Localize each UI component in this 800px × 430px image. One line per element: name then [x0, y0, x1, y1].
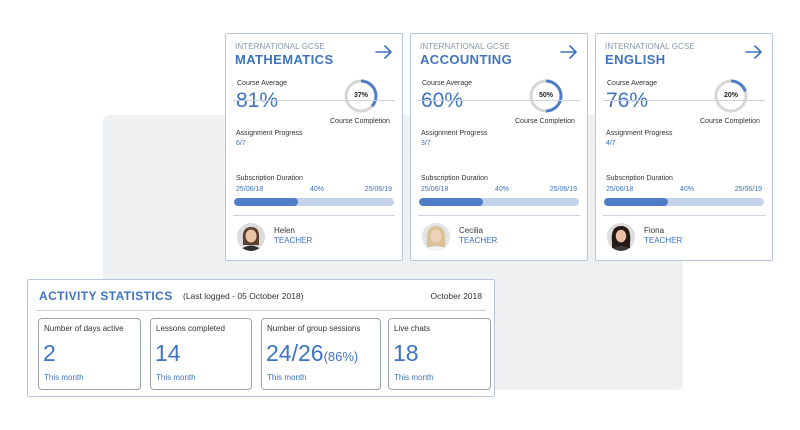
assignment-progress-value: 3/7: [421, 140, 431, 147]
stat-tile-live-chats: Live chats 18 This month: [388, 318, 491, 390]
card-header: INTERNATIONAL GCSE ACCOUNTING: [420, 42, 578, 70]
teacher-avatar[interactable]: [607, 223, 635, 251]
stat-label: Live chats: [394, 324, 431, 333]
divider: [36, 310, 486, 311]
stat-period: This month: [156, 373, 196, 382]
current-month: October 2018: [430, 291, 482, 301]
subscription-percent: 40%: [680, 186, 695, 193]
subscription-progress-bar: [419, 198, 579, 206]
arrow-right-icon[interactable]: [375, 45, 393, 59]
subscription-end-date: 25/06/19: [364, 186, 392, 193]
teacher-avatar[interactable]: [422, 223, 450, 251]
teacher-role: TEACHER: [459, 236, 498, 245]
divider: [233, 100, 395, 101]
assignment-progress-label: Assignment Progress: [236, 130, 303, 137]
subscription-start-date: 25/06/18: [606, 186, 634, 193]
assignment-progress-label: Assignment Progress: [606, 130, 673, 137]
activity-statistics-title: ACTIVITY STATISTICS: [39, 289, 173, 303]
subscription-start-date: 25/06/18: [421, 186, 449, 193]
subscription-end-date: 25/06/19: [734, 186, 762, 193]
teacher-role: TEACHER: [274, 236, 313, 245]
progress-fill: [604, 198, 668, 206]
stat-value: 14: [155, 340, 181, 366]
stat-value: 2: [43, 340, 56, 366]
progress-fill: [419, 198, 483, 206]
arrow-right-icon[interactable]: [560, 45, 578, 59]
teacher-name: Helen: [274, 226, 295, 235]
teacher-name: Cecilia: [459, 226, 484, 235]
stat-period: This month: [394, 373, 434, 382]
subscription-duration-label: Subscription Duration: [606, 175, 673, 182]
divider: [418, 100, 580, 101]
subscription-percent: 40%: [310, 186, 325, 193]
stat-value: 18: [393, 340, 419, 366]
course-card-mathematics[interactable]: INTERNATIONAL GCSE MATHEMATICS Course Av…: [225, 33, 403, 261]
assignment-progress-value: 4/7: [606, 140, 616, 147]
course-completion-label: Course Completion: [515, 118, 575, 125]
course-average-label: Course Average: [607, 80, 658, 87]
program-label: INTERNATIONAL GCSE: [605, 42, 695, 51]
program-label: INTERNATIONAL GCSE: [235, 42, 325, 51]
course-completion-percent: 50%: [538, 92, 553, 99]
course-completion-label: Course Completion: [700, 118, 760, 125]
course-completion-percent: 20%: [723, 92, 738, 99]
course-average-value: 60%: [421, 89, 464, 112]
course-card-accounting[interactable]: INTERNATIONAL GCSE ACCOUNTING Course Ave…: [410, 33, 588, 261]
card-header: INTERNATIONAL GCSE MATHEMATICS: [235, 42, 393, 70]
subscription-duration-label: Subscription Duration: [421, 175, 488, 182]
course-average-value: 81%: [236, 89, 279, 112]
divider: [603, 215, 765, 216]
subject-title: ENGLISH: [605, 52, 666, 67]
course-card-english[interactable]: INTERNATIONAL GCSE ENGLISH Course Averag…: [595, 33, 773, 261]
divider: [603, 100, 765, 101]
subscription-duration-label: Subscription Duration: [236, 175, 303, 182]
program-label: INTERNATIONAL GCSE: [420, 42, 510, 51]
stat-tile-lessons-completed: Lessons completed 14 This month: [150, 318, 252, 390]
divider: [233, 215, 395, 216]
stat-value: 24/26(86%): [266, 340, 359, 366]
subject-title: ACCOUNTING: [420, 52, 513, 67]
stat-period: This month: [44, 373, 84, 382]
divider: [418, 215, 580, 216]
assignment-progress-value: 6/7: [236, 140, 246, 147]
teacher-name: Fiona: [644, 226, 665, 235]
course-average-value: 76%: [606, 89, 649, 112]
progress-fill: [234, 198, 298, 206]
last-logged-text: (Last logged - 05 October 2018): [183, 291, 304, 301]
teacher-role: TEACHER: [644, 236, 683, 245]
stat-tile-days-active: Number of days active 2 This month: [38, 318, 141, 390]
stat-tile-group-sessions: Number of group sessions 24/26(86%) This…: [261, 318, 381, 390]
course-average-label: Course Average: [422, 80, 473, 87]
activity-statistics-panel: ACTIVITY STATISTICS (Last logged - 05 Oc…: [27, 279, 495, 397]
subscription-percent: 40%: [495, 186, 510, 193]
course-completion-label: Course Completion: [330, 118, 390, 125]
stat-label: Number of days active: [44, 324, 124, 333]
stat-period: This month: [267, 373, 307, 382]
arrow-right-icon[interactable]: [745, 45, 763, 59]
course-average-label: Course Average: [237, 80, 288, 87]
course-completion-percent: 37%: [353, 92, 368, 99]
subscription-progress-bar: [234, 198, 394, 206]
stat-label: Lessons completed: [156, 324, 225, 333]
subscription-start-date: 25/06/18: [236, 186, 264, 193]
teacher-avatar[interactable]: [237, 223, 265, 251]
subscription-progress-bar: [604, 198, 764, 206]
card-header: INTERNATIONAL GCSE ENGLISH: [605, 42, 763, 70]
stat-label: Number of group sessions: [267, 324, 361, 333]
subject-title: MATHEMATICS: [235, 52, 334, 67]
assignment-progress-label: Assignment Progress: [421, 130, 488, 137]
subscription-end-date: 25/06/19: [549, 186, 577, 193]
